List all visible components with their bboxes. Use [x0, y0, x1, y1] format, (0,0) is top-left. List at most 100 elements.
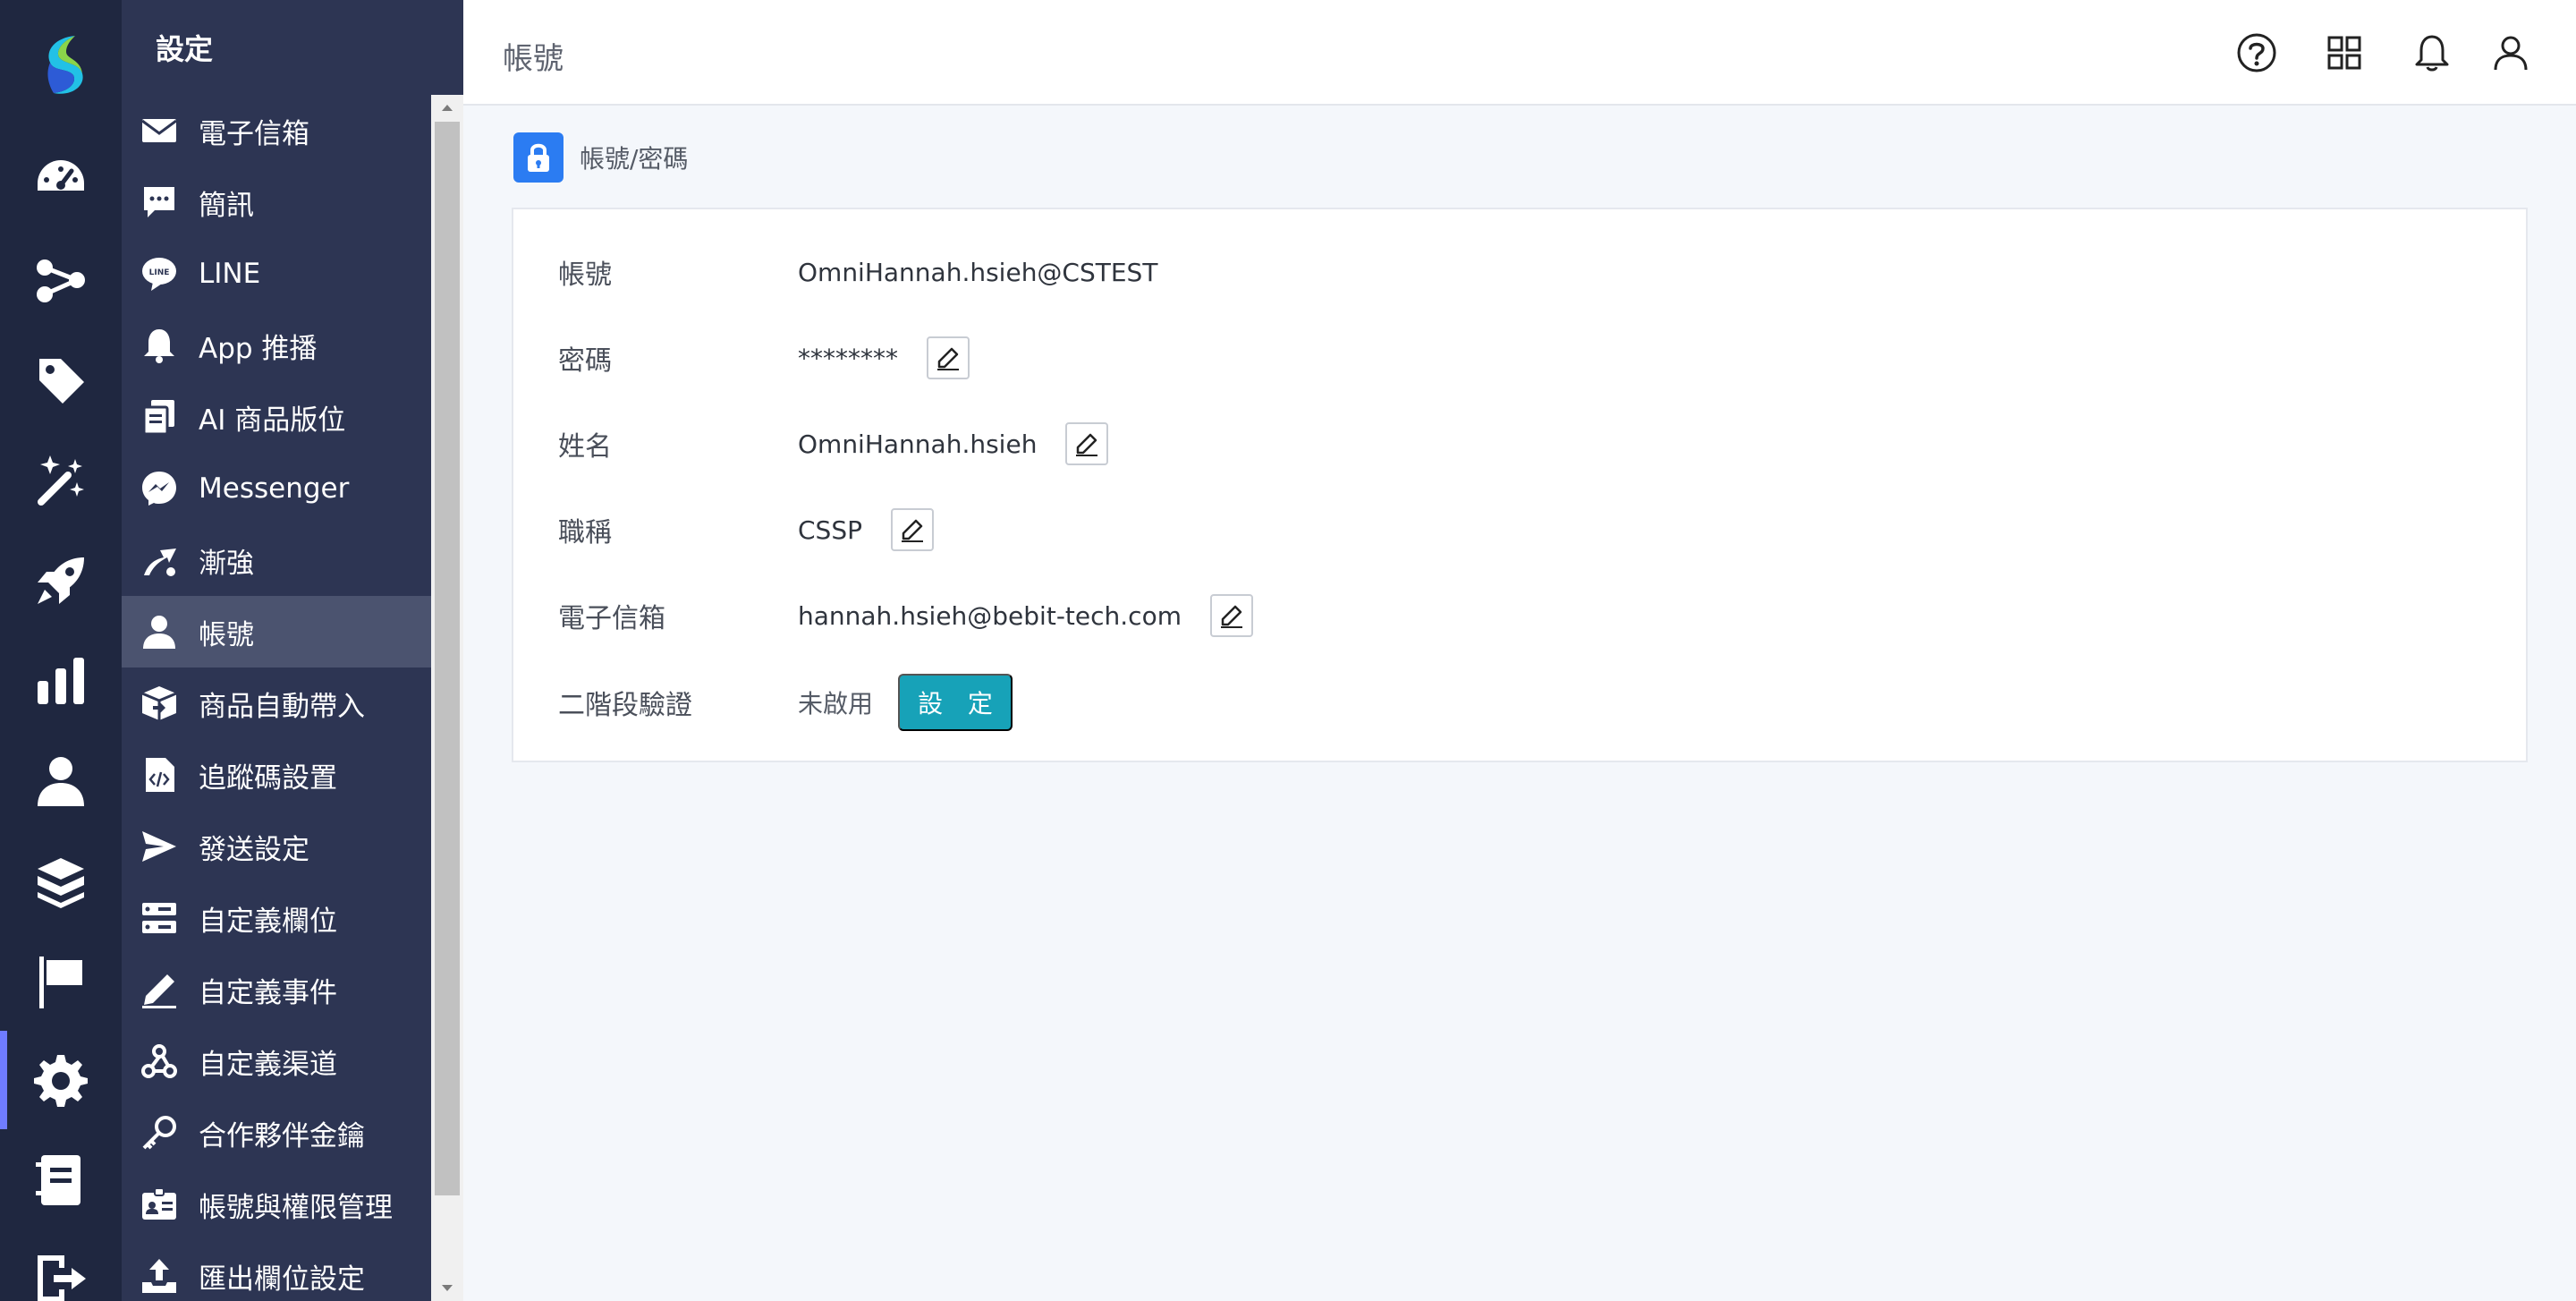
edit-email-button[interactable] [1209, 594, 1253, 637]
menu-item-ai-product-slot[interactable]: AI 商品版位 [122, 381, 433, 453]
job-title-value: CSSP [798, 514, 862, 545]
tag-icon[interactable] [0, 331, 122, 429]
menu-item-label: 電子信箱 [199, 117, 309, 150]
rocket-icon[interactable] [0, 531, 122, 630]
profile-icon[interactable] [2488, 30, 2533, 75]
code-file-icon [140, 755, 179, 795]
menu-item-label: 簡訊 [199, 189, 254, 222]
upload-icon [140, 1256, 179, 1296]
menu-item-label: 帳號與權限管理 [199, 1191, 393, 1224]
edit-pencil-icon [1220, 605, 1242, 628]
two-factor-status: 未啟用 [798, 689, 874, 719]
menu-item-label: 帳號 [199, 618, 254, 651]
menu-item-account[interactable]: 帳號 [122, 596, 433, 668]
line-icon: LINE [140, 254, 179, 293]
copy-icon [140, 397, 179, 437]
menu-item-label: 發送設定 [199, 833, 309, 866]
menu-item-email[interactable]: 電子信箱 [122, 95, 433, 166]
account-card: 帳號 OmniHannah.hsieh@CSTEST 密碼 ******** 姓… [512, 208, 2528, 762]
menu-item-custom-channels[interactable]: 自定義渠道 [122, 1025, 433, 1097]
share-nodes-icon[interactable] [0, 231, 122, 329]
menu-item-line[interactable]: LINE LINE [122, 238, 433, 310]
name-label: 姓名 [558, 431, 612, 463]
chat-bubble-icon [140, 183, 179, 222]
two-factor-row: 二階段驗證 未啟用 設 定 [558, 673, 1013, 732]
name-value: OmniHannah.hsieh [798, 429, 1038, 459]
person-icon[interactable] [0, 732, 122, 830]
edit-pencil-icon [901, 519, 923, 542]
magic-wand-icon[interactable] [0, 431, 122, 530]
boxes-icon[interactable] [0, 832, 122, 931]
edit-job-title-button[interactable] [890, 508, 934, 551]
password-label: 密碼 [558, 345, 612, 377]
name-row: 姓名 OmniHannah.hsieh [558, 417, 1109, 471]
menu-item-label: LINE [199, 258, 261, 290]
brand-logo-icon[interactable] [39, 32, 89, 97]
menu-item-label: 追蹤碼設置 [199, 761, 337, 795]
menu-item-label: 自定義渠道 [199, 1048, 337, 1081]
edit-pencil-icon [937, 347, 959, 370]
menu-item-product-import[interactable]: 商品自動帶入 [122, 668, 433, 739]
crescendo-icon [140, 540, 179, 580]
email-value: hannah.hsieh@bebit-tech.com [798, 600, 1182, 631]
exit-icon[interactable] [0, 1229, 122, 1301]
menu-item-label: 合作夥伴金鑰 [199, 1119, 365, 1152]
menu-item-account-permissions[interactable]: 帳號與權限管理 [122, 1169, 433, 1240]
email-row: 電子信箱 hannah.hsieh@bebit-tech.com [558, 589, 1253, 642]
server-icon [140, 898, 179, 938]
account-row: 帳號 OmniHannah.hsieh@CSTEST [558, 245, 1157, 299]
menu-scrollbar[interactable] [431, 95, 463, 1301]
webhook-icon [140, 1042, 179, 1081]
user-icon [140, 612, 179, 651]
help-icon[interactable] [2234, 30, 2279, 75]
settings-menu: 設定 電子信箱 簡訊 LINE LINE App 推播 AI 商品版位 Mess… [122, 0, 463, 1301]
menu-item-custom-fields[interactable]: 自定義欄位 [122, 882, 433, 954]
menu-item-crescendo[interactable]: 漸強 [122, 524, 433, 596]
envelope-icon [140, 111, 179, 150]
scroll-down-arrow-icon[interactable] [431, 1276, 463, 1301]
notebook-icon[interactable] [0, 1131, 122, 1229]
box-icon [140, 684, 179, 723]
menu-item-label: 商品自動帶入 [199, 690, 365, 723]
gear-icon[interactable] [0, 1031, 122, 1129]
menu-item-messenger[interactable]: Messenger [122, 453, 433, 524]
paper-plane-icon [140, 827, 179, 866]
edit-name-button[interactable] [1065, 422, 1109, 465]
menu-item-partner-keys[interactable]: 合作夥伴金鑰 [122, 1097, 433, 1169]
scroll-up-arrow-icon[interactable] [431, 95, 463, 120]
menu-item-label: Messenger [199, 472, 350, 505]
job-title-label: 職稱 [558, 517, 612, 548]
scroll-thumb[interactable] [435, 122, 460, 1195]
two-factor-setup-button[interactable]: 設 定 [898, 674, 1013, 731]
edit-pencil-icon [1076, 433, 1098, 456]
menu-item-label: AI 商品版位 [199, 404, 346, 437]
bell-icon [140, 326, 179, 365]
dashboard-icon[interactable] [0, 129, 122, 227]
menu-item-app-push[interactable]: App 推播 [122, 310, 433, 381]
page-title: 帳號 [503, 41, 564, 77]
menu-item-sms[interactable]: 簡訊 [122, 166, 433, 238]
section-header: 帳號/密碼 [513, 132, 688, 183]
job-title-row: 職稱 CSSP [558, 503, 934, 557]
menu-item-send-settings[interactable]: 發送設定 [122, 811, 433, 882]
menu-item-label: 自定義欄位 [199, 905, 337, 938]
notification-bell-icon[interactable] [2410, 30, 2454, 75]
edit-password-button[interactable] [927, 336, 970, 379]
svg-text:LINE: LINE [149, 268, 170, 277]
menu-item-tracking-code[interactable]: 追蹤碼設置 [122, 739, 433, 811]
account-label: 帳號 [558, 259, 612, 291]
email-label: 電子信箱 [558, 603, 665, 634]
menu-item-export-fields[interactable]: 匯出欄位設定 [122, 1240, 433, 1301]
lock-icon [513, 132, 564, 183]
bar-chart-icon[interactable] [0, 632, 122, 730]
key-icon [140, 1113, 179, 1152]
pen-icon [140, 970, 179, 1009]
password-value: ******** [798, 343, 898, 373]
menu-item-custom-events[interactable]: 自定義事件 [122, 954, 433, 1025]
menu-item-label: 漸強 [199, 547, 254, 580]
menu-item-label: 匯出欄位設定 [199, 1263, 365, 1296]
section-title: 帳號/密碼 [580, 144, 689, 174]
flag-icon[interactable] [0, 932, 122, 1031]
account-value: OmniHannah.hsieh@CSTEST [798, 257, 1158, 287]
apps-grid-icon[interactable] [2322, 30, 2367, 75]
